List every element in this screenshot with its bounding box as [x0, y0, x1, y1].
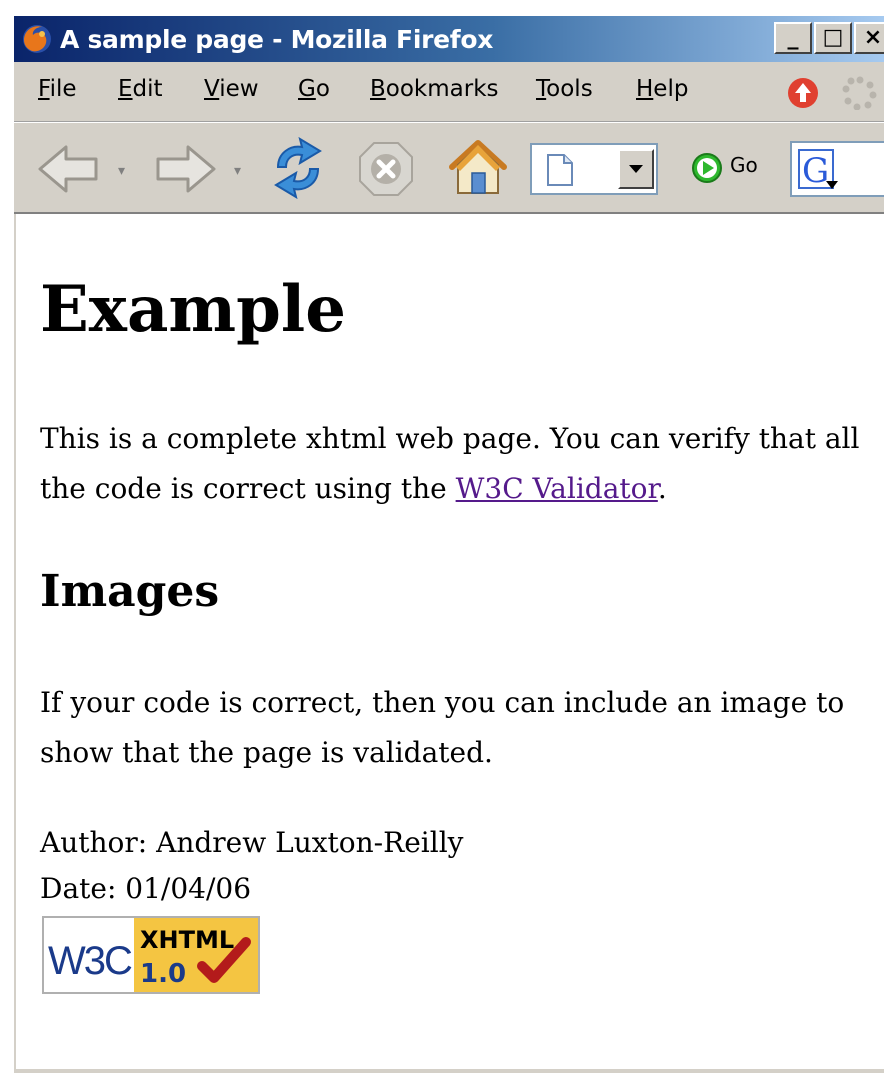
- xhtml-badge-text: XHTML: [140, 926, 234, 954]
- back-icon[interactable]: [36, 141, 100, 197]
- firefox-logo-icon: [23, 25, 51, 53]
- search-field[interactable]: G: [790, 141, 884, 197]
- go-icon[interactable]: [690, 151, 724, 185]
- page-icon: [547, 154, 573, 186]
- menu-tools[interactable]: Tools: [536, 76, 593, 102]
- images-paragraph: If your code is correct, then you can in…: [40, 686, 845, 769]
- forward-icon[interactable]: [154, 141, 218, 197]
- update-alert-icon[interactable]: [786, 76, 820, 110]
- minimize-button[interactable]: _: [774, 22, 812, 54]
- menu-help[interactable]: Help: [636, 76, 688, 102]
- reload-icon[interactable]: [268, 137, 328, 199]
- menu-view[interactable]: View: [204, 76, 259, 102]
- close-button[interactable]: ×: [854, 22, 884, 54]
- url-dropdown-button[interactable]: [618, 149, 654, 189]
- go-button-label[interactable]: Go: [730, 153, 758, 177]
- w3c-validator-link[interactable]: W3C Validator: [456, 472, 658, 505]
- images-heading: Images: [40, 566, 220, 617]
- intro-paragraph: This is a complete xhtml web page. You c…: [40, 422, 860, 505]
- home-icon[interactable]: [446, 135, 510, 199]
- back-dropdown-icon[interactable]: ▾: [118, 163, 125, 179]
- page-heading: Example: [40, 272, 346, 347]
- browser-window: A sample page - Mozilla Firefox _ □ × Fi…: [0, 0, 884, 1073]
- maximize-button[interactable]: □: [814, 22, 852, 54]
- menu-bookmarks[interactable]: Bookmarks: [370, 76, 499, 102]
- version-badge-text: 1.0: [140, 959, 186, 989]
- w3c-badge-text: W3C: [48, 939, 132, 983]
- menu-edit[interactable]: Edit: [118, 76, 163, 102]
- chevron-down-icon: [629, 165, 643, 173]
- navigation-toolbar: ▾ ▾ Go G: [14, 122, 884, 214]
- forward-dropdown-icon[interactable]: ▾: [234, 163, 241, 179]
- stop-icon[interactable]: [356, 139, 416, 199]
- url-field[interactable]: [530, 143, 658, 195]
- google-search-icon[interactable]: G: [798, 149, 842, 191]
- page-viewport: Example This is a complete xhtml web pag…: [14, 214, 884, 1069]
- date-line: Date: 01/04/06: [40, 872, 252, 905]
- window-title: A sample page - Mozilla Firefox: [60, 24, 494, 54]
- menu-bar: File Edit View Go Bookmarks Tools Help: [14, 62, 884, 122]
- throbber-icon: [842, 76, 877, 110]
- author-line: Author: Andrew Luxton-Reilly: [40, 826, 464, 859]
- menu-go[interactable]: Go: [298, 76, 330, 102]
- w3c-xhtml-badge[interactable]: W3C XHTML 1.0: [42, 916, 260, 994]
- menu-file[interactable]: File: [38, 76, 77, 102]
- svg-text:G: G: [802, 151, 829, 191]
- window-controls: _ □ ×: [774, 22, 884, 54]
- title-bar: A sample page - Mozilla Firefox _ □ ×: [14, 16, 884, 62]
- window-bottom-border: [14, 1069, 884, 1073]
